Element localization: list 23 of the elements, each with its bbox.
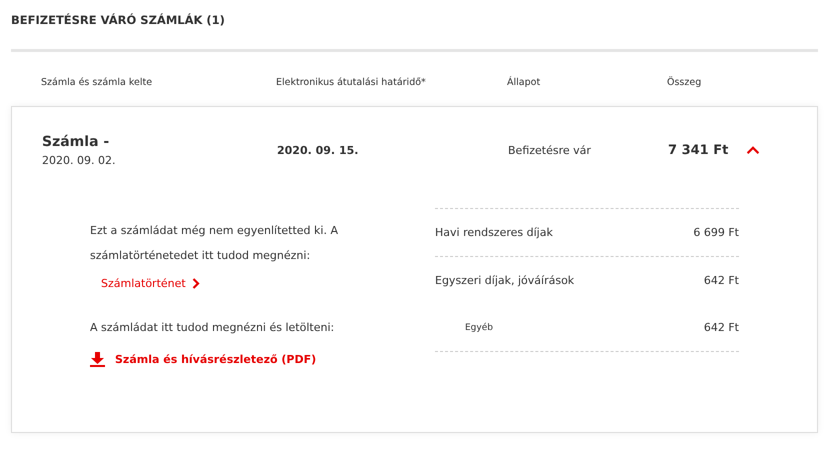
column-header: Összeg <box>667 77 702 90</box>
due-date: 2020. 09. 15. <box>277 144 360 157</box>
column-header: Állapot <box>507 77 542 90</box>
download-link[interactable]: Számla és hívásrészletező (PDF) <box>90 352 316 367</box>
charge-label: Egyéb <box>464 322 493 332</box>
invoice-amount: 7 341 Ft <box>668 143 730 158</box>
notice-text: Ezt a számládat még nem egyenlítetted ki. A számlatörténetedet itt tudod megnézni: <box>90 223 339 264</box>
download-text: A számládat itt tudod megnézni és letölteni: <box>90 321 336 334</box>
section-title: BEFIZETÉSRE VÁRÓ SZÁMLÁK (1) <box>11 12 226 28</box>
invoice-date: 2020. 09. 02. <box>42 154 116 167</box>
column-header: Számla és számla kelte <box>41 77 154 90</box>
download-icon <box>90 352 105 367</box>
chevron-right-icon <box>192 278 200 289</box>
history-link[interactable]: Számlatörténet <box>101 277 200 290</box>
charge-label: Egyszeri díjak, jóváírások <box>435 274 574 287</box>
invoice-title: Számla - <box>42 134 110 150</box>
charge-amount: 642 Ft <box>704 274 739 287</box>
charge-amount: 642 Ft <box>704 321 739 334</box>
charge-label: Havi rendszeres díjak <box>435 226 553 239</box>
charge-amount: 6 699 Ft <box>693 226 739 239</box>
invoice-status: Befizetésre vár <box>508 144 592 157</box>
column-header: Elektronikus átutalási határidő* <box>276 77 427 90</box>
chevron-icon[interactable] <box>746 146 760 155</box>
